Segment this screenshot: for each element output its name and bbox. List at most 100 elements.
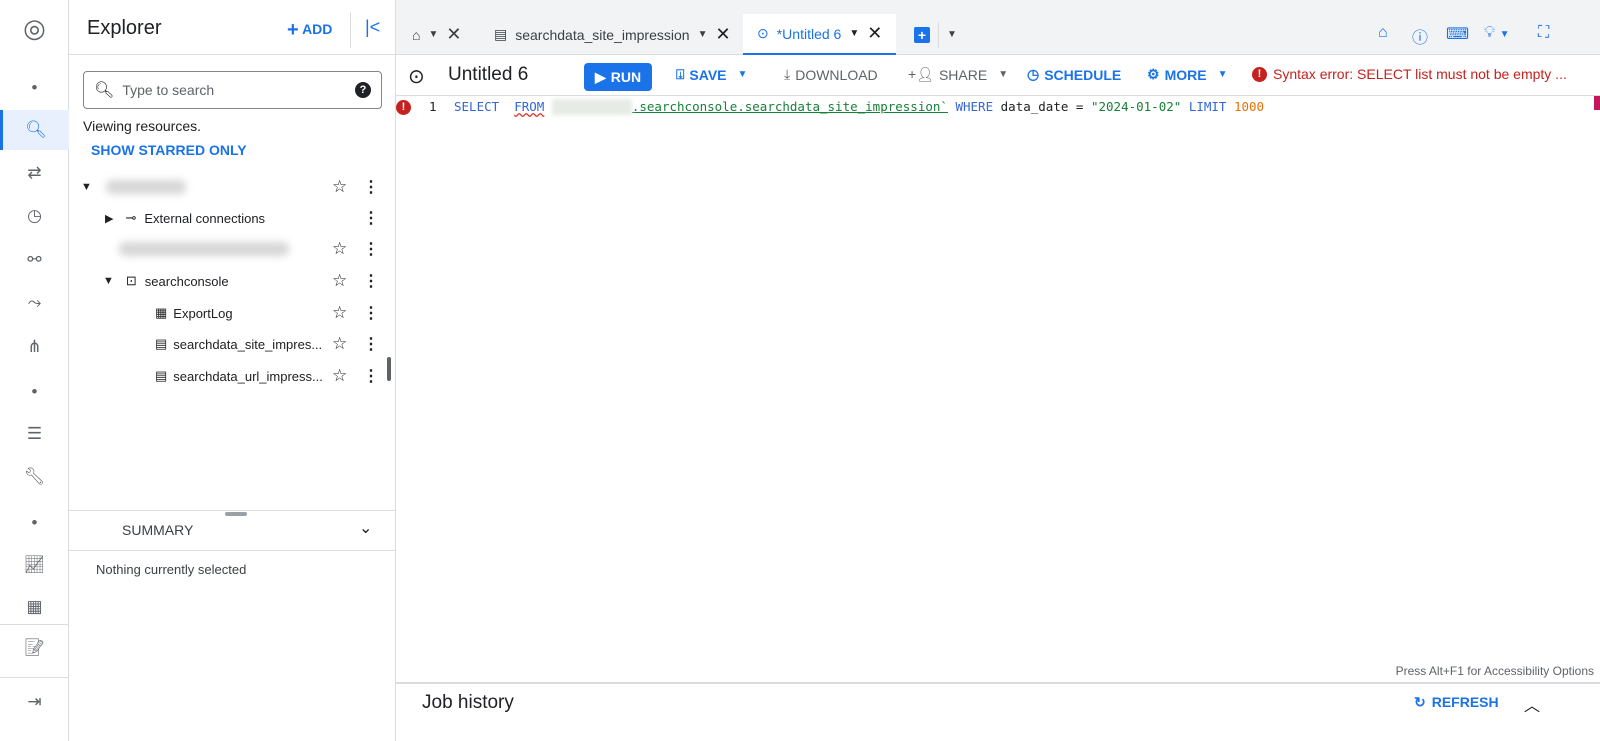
- expand-arrow-icon: ▶: [105, 212, 114, 225]
- show-starred-link[interactable]: SHOW STARRED ONLY: [91, 142, 247, 158]
- more-icon[interactable]: ⋮: [363, 366, 379, 386]
- code-line[interactable]: SELECT FROM .searchconsole.searchdata_si…: [454, 99, 1264, 115]
- left-rail: ◎ • 🔍︎ ⇄ ◷ ⚯ ⤳ ⋔ • ☰ 🔧︎ • 📈︎ ▦ 📝︎ ⇥: [0, 0, 69, 741]
- chevron-up-icon[interactable]: ︿: [1524, 692, 1540, 716]
- table-row[interactable]: ▤ searchdata_url_impress... ☆ ⋮: [69, 361, 381, 391]
- star-icon[interactable]: ☆: [332, 334, 347, 354]
- more-icon[interactable]: ⋮: [363, 271, 379, 291]
- resource-tree: ▼ ☆ ⋮ ▶ ⊸ External connections ⋮ ☆ ⋮ ▼ ⊡ searchc…: [69, 172, 395, 508]
- close-icon[interactable]: ✕: [446, 24, 461, 45]
- home-icon[interactable]: ⌂: [1378, 24, 1388, 42]
- query-icon: ⊙: [757, 25, 769, 41]
- lightbulb-icon[interactable]: 💡︎ ▼: [1484, 24, 1510, 42]
- more-icon[interactable]: ⋮: [363, 334, 379, 354]
- external-connections-label: External connections: [144, 210, 266, 226]
- new-tab-button[interactable]: + ▼: [914, 14, 957, 55]
- table-icon: ▤: [494, 26, 508, 42]
- blurred-project-id: [551, 99, 632, 115]
- dataset-icon: ⊡: [125, 273, 137, 288]
- share-button[interactable]: +👤︎ SHARE ▼: [908, 66, 1008, 83]
- connection-icon: ⊸: [125, 210, 137, 225]
- collapse-arrow-icon: ▼: [103, 275, 114, 287]
- dataflow-icon[interactable]: ⤳: [0, 283, 69, 323]
- play-icon: ▶: [594, 68, 606, 85]
- transfers-icon[interactable]: ⇄: [0, 153, 69, 193]
- collapse-arrow-icon: ▼: [81, 181, 92, 193]
- viewing-text: Viewing resources.: [83, 118, 202, 134]
- share-icon: +👤︎: [908, 66, 934, 82]
- star-icon[interactable]: ☆: [332, 271, 347, 291]
- dataset-row[interactable]: ☆ ⋮: [69, 234, 381, 264]
- table-row[interactable]: ▦ ExportLog ☆ ⋮: [69, 298, 381, 328]
- tab-untitled-6[interactable]: ⊙ *Untitled 6 ▼ ✕: [743, 14, 897, 55]
- search-icon[interactable]: 🔍︎: [0, 110, 69, 150]
- dataset-label: searchconsole: [144, 273, 229, 289]
- star-icon[interactable]: ☆: [332, 177, 347, 197]
- more-icon[interactable]: ⋮: [363, 208, 379, 228]
- search-icon: 🔍︎: [94, 82, 115, 99]
- scrollbar[interactable]: [387, 357, 391, 381]
- more-icon[interactable]: ⋮: [363, 177, 379, 197]
- collapse-explorer-icon[interactable]: |<: [365, 17, 380, 38]
- query-editor[interactable]: ! 1 SELECT FROM .searchconsole.searchdat…: [396, 96, 1600, 660]
- monitoring-icon[interactable]: 📈︎: [0, 545, 69, 585]
- explorer-title: Explorer: [87, 17, 162, 39]
- help-icon[interactable]: ?: [355, 82, 371, 98]
- resize-handle[interactable]: [225, 512, 247, 516]
- error-message[interactable]: ! Syntax error: SELECT list must not be e…: [1252, 66, 1567, 82]
- query-icon: ⊙: [408, 66, 425, 88]
- fullscreen-icon[interactable]: ⛶: [1538, 24, 1549, 42]
- search-input[interactable]: 🔍︎ Type to search ?: [83, 71, 382, 109]
- keyboard-icon[interactable]: ⌨: [1446, 24, 1469, 44]
- run-button[interactable]: ▶ RUN: [584, 63, 652, 91]
- refresh-button[interactable]: ↻ REFRESH: [1414, 694, 1499, 711]
- summary-text: Nothing currently selected: [96, 562, 247, 577]
- star-icon[interactable]: ☆: [332, 239, 347, 259]
- download-button[interactable]: ⤓ DOWNLOAD: [784, 66, 878, 83]
- save-button[interactable]: ⍗ SAVE ▼: [676, 66, 747, 83]
- dropdown-icon: ▼: [998, 69, 1009, 80]
- tab-home[interactable]: ⌂ ▼ ✕: [412, 14, 461, 55]
- accessibility-hint: Press Alt+F1 for Accessibility Options: [1395, 664, 1594, 678]
- explorer-panel: Explorer + ADD |< 🔍︎ Type to search ? Vi…: [69, 0, 396, 741]
- star-icon[interactable]: ☆: [332, 366, 347, 386]
- close-icon[interactable]: ✕: [715, 24, 730, 45]
- tab-bar: ⌂ ▼ ✕ ▤ searchdata_site_impression ▼ ✕ ⊙ *Unti…: [396, 0, 1600, 55]
- add-button[interactable]: + ADD: [287, 19, 332, 42]
- bigquery-logo-icon: ◎: [23, 12, 46, 43]
- more-icon[interactable]: ⋮: [363, 239, 379, 259]
- more-button[interactable]: ⚙ MORE ▼: [1147, 66, 1227, 83]
- wrench-icon[interactable]: 🔧︎: [0, 457, 69, 497]
- dashboard-icon[interactable]: ▦: [0, 587, 69, 627]
- save-icon: ⍗: [676, 66, 685, 82]
- chevron-down-icon[interactable]: ⌄: [359, 518, 372, 538]
- dropdown-icon: ▼: [428, 29, 439, 40]
- refresh-icon: ↻: [1414, 694, 1426, 710]
- dropdown-icon: ▼: [737, 69, 748, 80]
- line-number: 1: [429, 99, 437, 114]
- star-icon[interactable]: ☆: [332, 303, 347, 323]
- clock-icon: ◷: [1027, 66, 1040, 82]
- scheduled-queries-icon[interactable]: ◷: [0, 196, 69, 236]
- job-history-title: Job history: [422, 692, 514, 713]
- gear-icon: ⚙: [1147, 66, 1160, 82]
- tab-searchdata-site-impression[interactable]: ▤ searchdata_site_impression ▼ ✕: [494, 14, 731, 55]
- analytics-hub-icon[interactable]: ⚯: [0, 240, 69, 280]
- table-row[interactable]: ▤ searchdata_site_impres... ☆ ⋮: [69, 329, 381, 359]
- dot-icon: •: [31, 78, 38, 97]
- list-icon[interactable]: ☰: [0, 414, 69, 454]
- more-icon[interactable]: ⋮: [363, 303, 379, 323]
- summary-header[interactable]: SUMMARY: [122, 522, 193, 538]
- external-connections-row[interactable]: ▶ ⊸ External connections ⋮: [69, 203, 381, 233]
- project-row[interactable]: ▼ ☆ ⋮: [69, 172, 381, 202]
- info-icon[interactable]: ⓘ: [1412, 24, 1428, 48]
- dot-icon: •: [31, 382, 38, 401]
- error-icon: !: [1252, 66, 1267, 82]
- schedule-button[interactable]: ◷ SCHEDULE: [1027, 66, 1121, 83]
- release-notes-icon[interactable]: 📝︎: [0, 628, 69, 668]
- download-icon: ⤓: [784, 66, 791, 82]
- expand-rail-icon[interactable]: ⇥: [0, 682, 69, 722]
- graph-icon[interactable]: ⋔: [0, 327, 69, 367]
- dataset-row-searchconsole[interactable]: ▼ ⊡ searchconsole ☆ ⋮: [69, 266, 381, 296]
- close-icon[interactable]: ✕: [867, 23, 882, 44]
